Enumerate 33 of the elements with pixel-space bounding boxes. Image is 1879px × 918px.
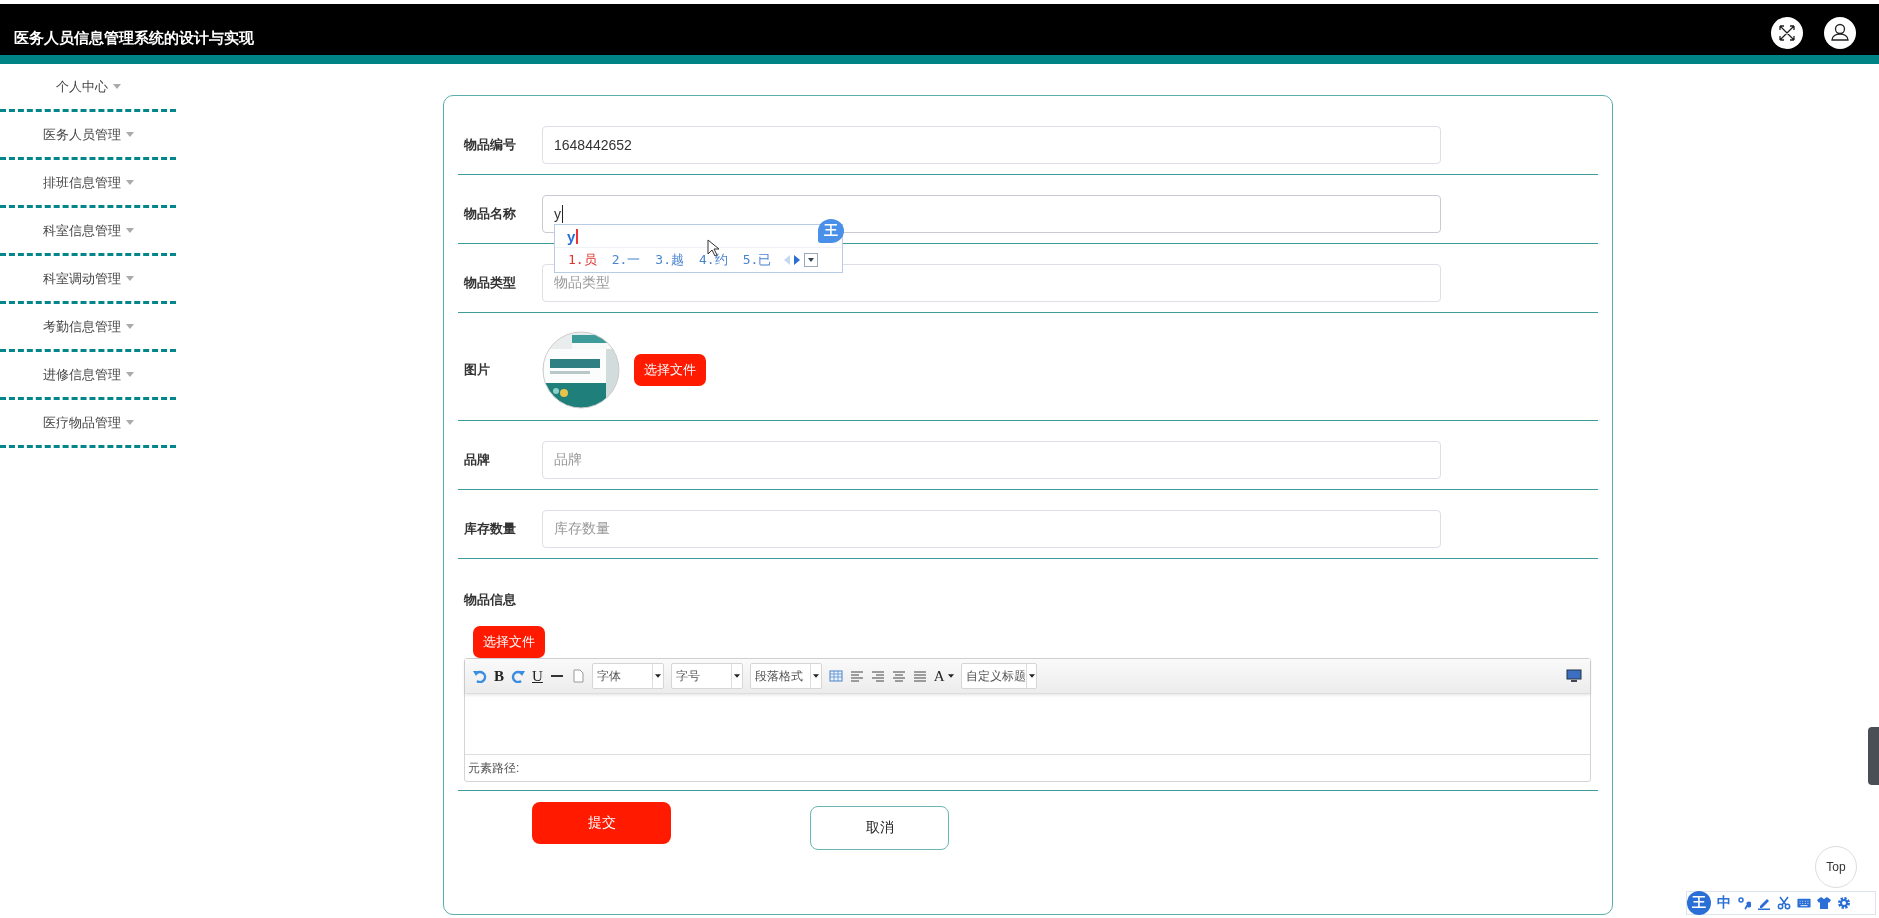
ime-logo: 王 [818,219,844,243]
element-path-label: 元素路径: [468,759,520,777]
underline-button[interactable]: U [532,667,543,685]
sidebar-menu-item[interactable]: 科室调动管理 [42,269,134,288]
text-field[interactable]: 1648442652 [542,126,1441,164]
sidebar-menu-item[interactable]: 考勤信息管理 [42,317,134,336]
submit-button[interactable]: 提交 [532,802,671,844]
sidebar-menu-item[interactable]: 医务人员管理 [42,125,134,144]
field-label: 物品名称 [464,205,517,223]
cancel-button[interactable]: 取消 [810,806,949,850]
choose-file-button[interactable]: 选择文件 [634,354,706,386]
field-label: 图片 [464,361,491,379]
sidebar-menu-item[interactable]: 科室信息管理 [42,221,134,240]
toolbar-select[interactable]: 段落格式 [749,663,822,689]
choose-file-button[interactable]: 选择文件 [473,626,545,658]
bold-button[interactable]: B [494,667,504,685]
toolbar-select[interactable]: 字号 [670,663,743,689]
ime-logo[interactable]: 王 [1687,891,1711,915]
field-label: 物品类型 [464,274,517,292]
app-title: 医务人员信息管理系统的设计与实现 [14,29,254,48]
field-label: 品牌 [464,451,491,469]
input-mode-toggle[interactable]: 中 [1717,894,1731,912]
back-to-top-button[interactable]: Top [1815,846,1857,888]
sidebar-menu-item[interactable]: 医疗物品管理 [42,413,134,432]
field-label: 物品编号 [464,136,517,154]
font-color-button[interactable]: A [933,667,954,685]
sidebar-menu-item[interactable]: 个人中心 [55,77,121,96]
field-label: 库存数量 [464,520,517,538]
sidebar-menu-item[interactable]: 进修信息管理 [42,365,134,384]
sidebar-menu-item[interactable]: 排班信息管理 [42,173,134,192]
field-label: 物品信息 [464,591,517,609]
heading-select[interactable]: 自定义标题 [960,663,1037,689]
toolbar-select[interactable]: 字体 [591,663,664,689]
